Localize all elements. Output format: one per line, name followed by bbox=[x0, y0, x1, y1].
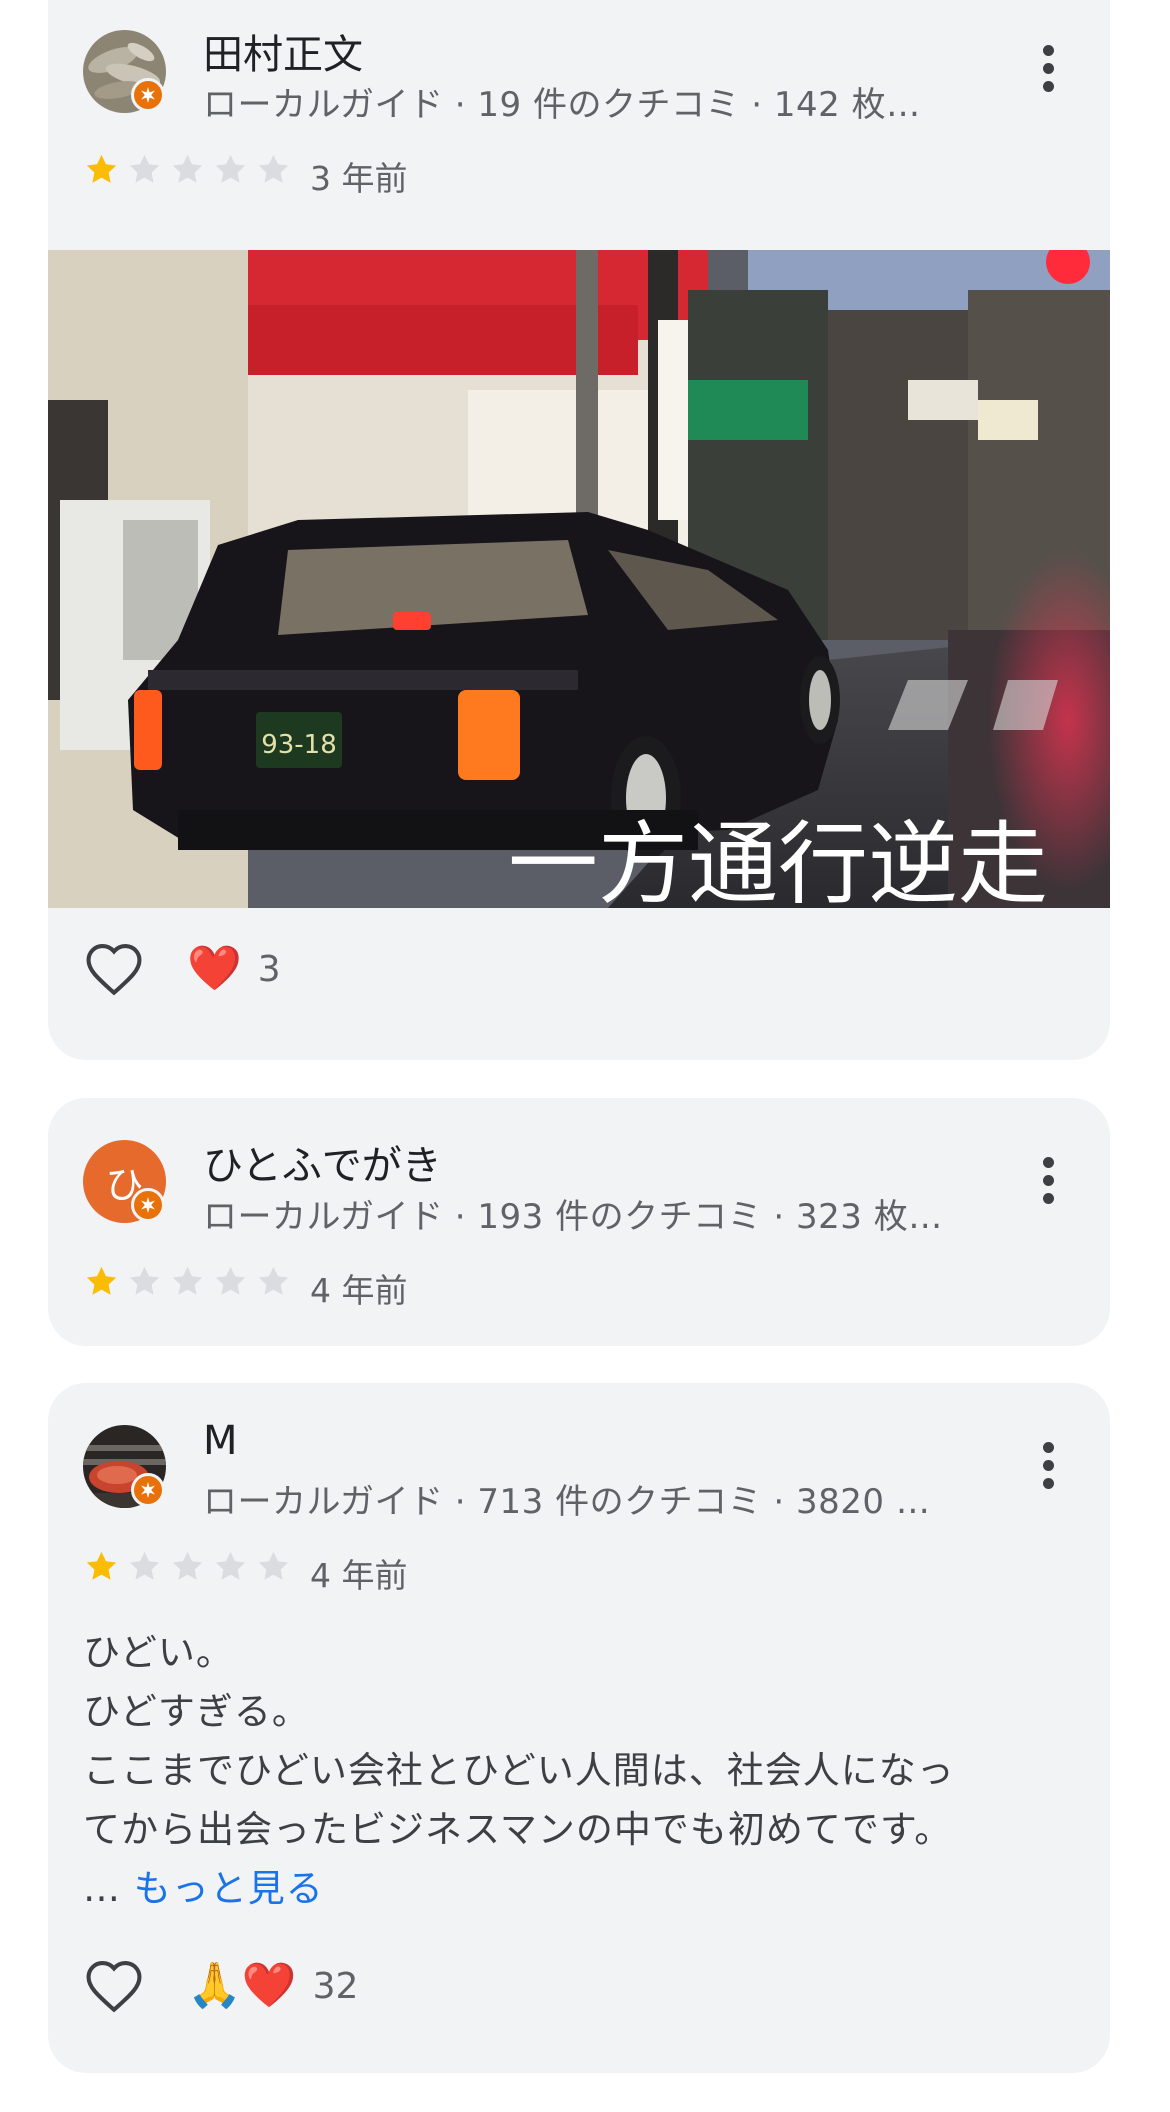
photo-caption: 一方通行逆走 bbox=[508, 812, 1048, 908]
reaction-row: 🙏❤️ 32 bbox=[83, 1958, 358, 2014]
reaction-count: 32 bbox=[312, 1965, 359, 2007]
review-card: 田村正文 ローカルガイド · 19 件のクチコミ · 142 枚… 3 年前 9… bbox=[48, 0, 1110, 1060]
reaction-emoji[interactable]: 🙏❤️ bbox=[187, 1964, 297, 2008]
star-filled-icon bbox=[86, 1266, 117, 1295]
reviewer-meta[interactable]: ローカルガイド · 713 件のクチコミ · 3820 … bbox=[203, 1474, 930, 1523]
star-empty-icon bbox=[258, 1266, 289, 1295]
reviewer-avatar[interactable] bbox=[83, 30, 166, 113]
reaction-count: 3 bbox=[257, 948, 281, 990]
read-more-link[interactable]: もっと見る bbox=[134, 1867, 324, 1910]
star-rating bbox=[83, 1263, 292, 1300]
reaction-emoji[interactable]: ❤️ bbox=[187, 947, 242, 991]
star-empty-icon bbox=[258, 1551, 289, 1580]
review-card: M ローカルガイド · 713 件のクチコミ · 3820 … 4 年前 ひどい… bbox=[48, 1383, 1110, 2073]
star-empty-icon bbox=[172, 154, 203, 183]
reviewer-meta[interactable]: ローカルガイド · 193 件のクチコミ · 323 枚… bbox=[203, 1189, 943, 1238]
star-empty-icon bbox=[129, 154, 160, 183]
star-empty-icon bbox=[215, 1551, 246, 1580]
star-empty-icon bbox=[172, 1266, 203, 1295]
reviewer-avatar[interactable] bbox=[83, 1425, 166, 1508]
more-options-icon[interactable] bbox=[1038, 1152, 1058, 1212]
star-empty-icon bbox=[215, 154, 246, 183]
svg-text:93-18: 93-18 bbox=[261, 730, 337, 760]
review-age: 4 年前 bbox=[310, 1271, 408, 1310]
like-heart-icon[interactable] bbox=[83, 1958, 145, 2014]
star-filled-icon bbox=[86, 154, 117, 183]
more-options-icon[interactable] bbox=[1038, 1437, 1058, 1497]
review-age: 3 年前 bbox=[310, 159, 408, 198]
star-filled-icon bbox=[86, 1551, 117, 1580]
review-age: 4 年前 bbox=[310, 1556, 408, 1595]
review-text-line: ここまでひどい会社とひどい人間は、社会人になっ bbox=[83, 1749, 955, 1792]
reaction-row: ❤️ 3 bbox=[83, 941, 281, 997]
star-empty-icon bbox=[258, 154, 289, 183]
reviewer-meta[interactable]: ローカルガイド · 19 件のクチコミ · 142 枚… bbox=[203, 77, 921, 126]
review-text-line: ひどすぎる。 bbox=[83, 1690, 310, 1733]
star-empty-icon bbox=[129, 1266, 160, 1295]
review-text-line: てから出会ったビジネスマンの中でも初めてです。 bbox=[83, 1808, 953, 1851]
reviewer-name[interactable]: ひとふでがき bbox=[203, 1133, 442, 1191]
ellipsis: … bbox=[83, 1867, 134, 1910]
star-rating bbox=[83, 151, 292, 188]
more-options-icon[interactable] bbox=[1038, 40, 1058, 100]
star-empty-icon bbox=[129, 1551, 160, 1580]
star-rating bbox=[83, 1548, 292, 1585]
review-card: ひ ひとふでがき ローカルガイド · 193 件のクチコミ · 323 枚… 4… bbox=[48, 1098, 1110, 1346]
review-text: ひどい。 ひどすぎる。 ここまでひどい会社とひどい人間は、社会人になっ てから出… bbox=[83, 1623, 1083, 1918]
review-text-line: ひどい。 bbox=[83, 1631, 234, 1674]
star-empty-icon bbox=[215, 1266, 246, 1295]
review-photo[interactable]: 93-18 一方通行逆走 bbox=[48, 250, 1110, 908]
local-guide-badge-icon bbox=[131, 1188, 165, 1222]
reviewer-name[interactable]: 田村正文 bbox=[203, 22, 363, 80]
local-guide-badge-icon bbox=[131, 78, 165, 112]
star-empty-icon bbox=[172, 1551, 203, 1580]
reviewer-avatar[interactable]: ひ bbox=[83, 1140, 166, 1223]
like-heart-icon[interactable] bbox=[83, 941, 145, 997]
reviewer-name[interactable]: M bbox=[203, 1418, 238, 1464]
local-guide-badge-icon bbox=[131, 1473, 165, 1507]
